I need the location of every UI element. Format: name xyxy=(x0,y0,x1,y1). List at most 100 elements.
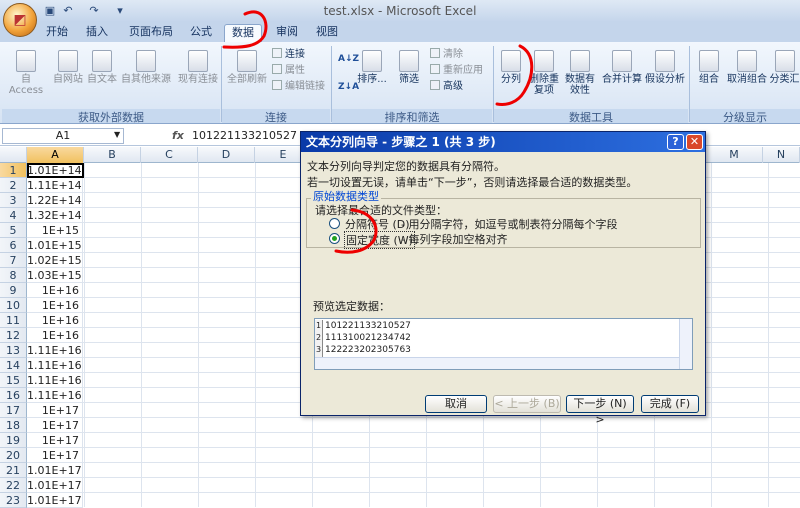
redo-icon[interactable]: ↷ xyxy=(86,3,102,18)
connections-button[interactable]: 连接 xyxy=(272,48,305,62)
qat-customize-icon[interactable]: ▾ xyxy=(112,3,128,18)
row-header[interactable]: 13 xyxy=(0,343,27,358)
row-header[interactable]: 5 xyxy=(0,223,27,238)
advanced-filter-button[interactable]: 高级 xyxy=(430,80,463,94)
filter-button[interactable]: 筛选 xyxy=(394,50,424,85)
insert-function-icon[interactable]: fx xyxy=(172,129,184,142)
back-button[interactable]: < 上一步 (B) xyxy=(493,395,561,413)
row-header[interactable]: 17 xyxy=(0,403,27,418)
tab-page-layout[interactable]: 页面布局 xyxy=(124,24,178,42)
row-header[interactable]: 9 xyxy=(0,283,27,298)
office-button[interactable]: ◩ xyxy=(3,3,37,37)
tab-review[interactable]: 审阅 xyxy=(270,24,304,42)
sort-button[interactable]: 排序... xyxy=(356,50,388,85)
row-header[interactable]: 1 xyxy=(0,163,27,178)
cell-a[interactable]: 1.11E+16 xyxy=(27,373,83,388)
row-header[interactable]: 19 xyxy=(0,433,27,448)
cell-a[interactable]: 1.03E+15 xyxy=(27,268,83,283)
row-header[interactable]: 4 xyxy=(0,208,27,223)
refresh-all-button[interactable]: 全部刷新 xyxy=(226,50,268,85)
finish-button[interactable]: 完成 (F) xyxy=(641,395,699,413)
name-box-dropdown-icon[interactable]: ▼ xyxy=(114,130,120,139)
tab-formulas[interactable]: 公式 xyxy=(184,24,218,42)
from-other-sources-button[interactable]: 自其他来源 xyxy=(120,50,172,85)
cell-a[interactable]: 1.01E+17 xyxy=(27,478,83,493)
preview-horizontal-scrollbar[interactable] xyxy=(315,357,679,369)
cell-a[interactable]: 1.11E+16 xyxy=(27,343,83,358)
select-all-corner[interactable] xyxy=(0,147,27,163)
cell-a[interactable]: 1.22E+14 xyxy=(27,193,83,208)
cell-a[interactable]: 1E+17 xyxy=(27,448,83,463)
cell-a[interactable]: 1E+16 xyxy=(27,328,83,343)
row-header[interactable]: 14 xyxy=(0,358,27,373)
cancel-button[interactable]: 取消 xyxy=(425,395,487,413)
edit-links-button[interactable]: 编辑链接 xyxy=(272,80,325,94)
cell-a[interactable]: 1.11E+16 xyxy=(27,388,83,403)
row-header[interactable]: 3 xyxy=(0,193,27,208)
cell-a[interactable]: 1.11E+14 xyxy=(27,178,83,193)
fixed-width-radio[interactable] xyxy=(329,233,340,244)
row-header[interactable]: 21 xyxy=(0,463,27,478)
delimited-radio[interactable] xyxy=(329,218,340,229)
column-header-a[interactable]: A xyxy=(27,147,84,163)
existing-connections-button[interactable]: 现有连接 xyxy=(177,50,219,85)
formula-input[interactable]: 101221133210527 xyxy=(192,129,297,142)
column-header-d[interactable]: D xyxy=(198,147,255,163)
column-header-m[interactable]: M xyxy=(706,147,763,163)
subtotal-button[interactable]: 分类汇 xyxy=(769,50,800,85)
reapply-button[interactable]: 重新应用 xyxy=(430,64,483,78)
cell-a[interactable]: 1.01E+17 xyxy=(27,493,83,508)
tab-data[interactable]: 数据 xyxy=(224,24,262,43)
cell-a[interactable]: 1.01E+17 xyxy=(27,463,83,478)
tab-insert[interactable]: 插入 xyxy=(80,24,114,42)
row-header[interactable]: 23 xyxy=(0,493,27,508)
cell-a[interactable]: 1E+16 xyxy=(27,298,83,313)
cell-a[interactable]: 1.11E+16 xyxy=(27,358,83,373)
next-button[interactable]: 下一步 (N) > xyxy=(566,395,634,426)
properties-button[interactable]: 属性 xyxy=(272,64,305,78)
cell-a[interactable]: 1E+15 xyxy=(27,223,83,238)
close-button[interactable]: ✕ xyxy=(686,134,703,150)
row-header[interactable]: 6 xyxy=(0,238,27,253)
text-to-columns-button[interactable]: 分列 xyxy=(496,50,526,85)
name-box[interactable]: A1 xyxy=(2,128,124,144)
from-text-button[interactable]: 自文本 xyxy=(86,50,118,85)
cell-a[interactable]: 1E+17 xyxy=(27,418,83,433)
row-header[interactable]: 22 xyxy=(0,478,27,493)
tab-home[interactable]: 开始 xyxy=(40,24,74,42)
cell-a[interactable]: 1E+16 xyxy=(27,283,83,298)
cell-a[interactable]: 1E+16 xyxy=(27,313,83,328)
what-if-analysis-button[interactable]: 假设分析 xyxy=(644,50,686,85)
save-icon[interactable]: ▣ xyxy=(42,3,58,18)
row-header[interactable]: 12 xyxy=(0,328,27,343)
row-header[interactable]: 2 xyxy=(0,178,27,193)
tab-view[interactable]: 视图 xyxy=(310,24,344,42)
cell-a[interactable]: 1E+17 xyxy=(27,433,83,448)
group-button[interactable]: 组合 xyxy=(694,50,724,85)
cell-a[interactable]: 1.02E+15 xyxy=(27,253,83,268)
row-header[interactable]: 18 xyxy=(0,418,27,433)
clear-filter-button[interactable]: 清除 xyxy=(430,48,463,62)
help-button[interactable]: ? xyxy=(667,134,684,150)
undo-icon[interactable]: ↶ xyxy=(60,3,76,18)
cell-a[interactable]: 1.32E+14 xyxy=(27,208,83,223)
row-header[interactable]: 7 xyxy=(0,253,27,268)
data-validation-button[interactable]: 数据有效性 xyxy=(562,50,598,96)
cell-a[interactable]: 1E+17 xyxy=(27,403,83,418)
row-header[interactable]: 11 xyxy=(0,313,27,328)
consolidate-button[interactable]: 合并计算 xyxy=(600,50,644,85)
from-access-button[interactable]: 自 Access xyxy=(6,50,46,96)
column-header-n[interactable]: N xyxy=(763,147,800,163)
row-header[interactable]: 20 xyxy=(0,448,27,463)
column-header-b[interactable]: B xyxy=(84,147,141,163)
cell-a[interactable]: 1.01E+15 xyxy=(27,238,83,253)
row-header[interactable]: 10 xyxy=(0,298,27,313)
column-header-c[interactable]: C xyxy=(141,147,198,163)
row-header[interactable]: 16 xyxy=(0,388,27,403)
row-header[interactable]: 8 xyxy=(0,268,27,283)
remove-duplicates-button[interactable]: 删除重复项 xyxy=(528,50,560,96)
preview-vertical-scrollbar[interactable] xyxy=(679,319,692,369)
row-header[interactable]: 15 xyxy=(0,373,27,388)
delimited-label[interactable]: 分隔符号 (D) xyxy=(345,216,410,232)
ungroup-button[interactable]: 取消组合 xyxy=(726,50,768,85)
